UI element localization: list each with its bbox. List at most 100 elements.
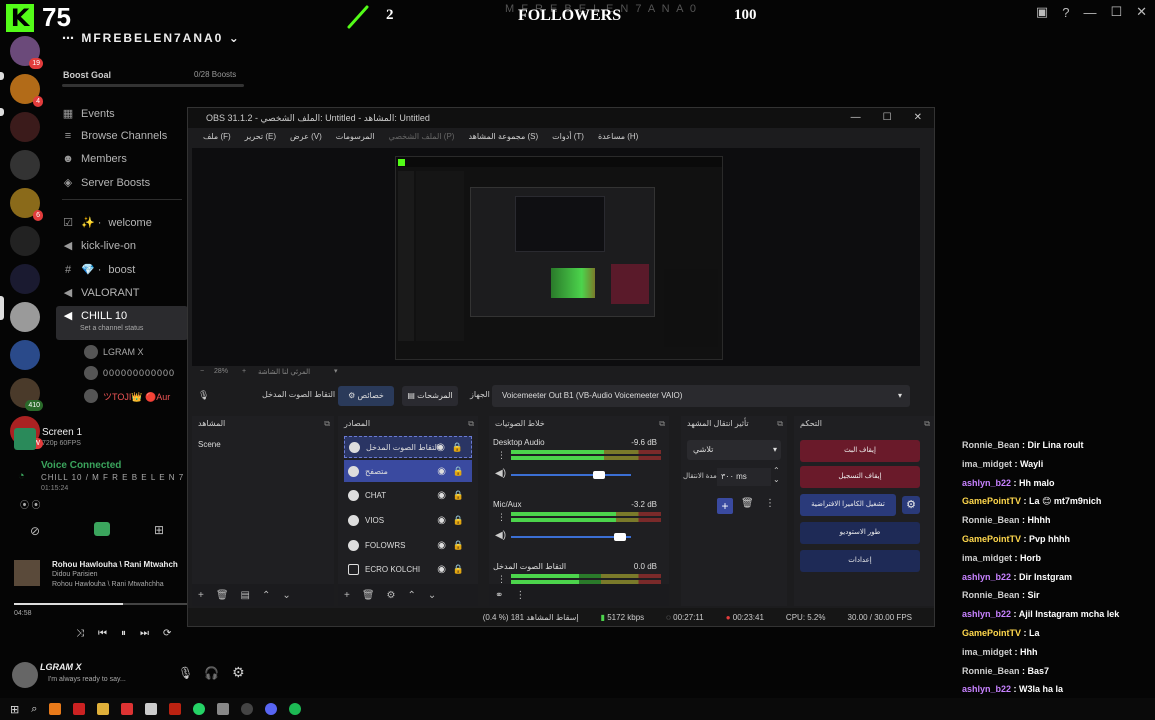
source-item[interactable]: متصفح ◉ 🔒 (344, 460, 472, 482)
server-icon[interactable] (10, 150, 40, 180)
menu-file[interactable]: ملف (F) (196, 128, 238, 146)
close-icon[interactable]: ✕ (914, 108, 922, 128)
server-icon[interactable] (10, 264, 40, 294)
maximize-icon[interactable]: ☐ (883, 108, 892, 128)
minimize-icon[interactable]: — (1083, 5, 1096, 20)
slider-knob[interactable] (613, 533, 626, 541)
folder-icon[interactable] (97, 703, 110, 715)
boost-goal-label[interactable]: Boost Goal (63, 70, 111, 80)
add-icon[interactable]: + (344, 590, 350, 601)
app-icon[interactable] (49, 703, 62, 715)
lock-icon[interactable]: 🔒 (453, 515, 464, 526)
channel-welcome[interactable]: ☑ ✨ · welcome (62, 216, 152, 230)
studio-mode-button[interactable]: طور الاستوديو (800, 522, 920, 544)
close-icon[interactable]: ✕ (1136, 4, 1147, 20)
menu-icon[interactable]: ⋮ (765, 498, 775, 509)
menu-icon[interactable]: ⋮ (497, 512, 506, 523)
popout-icon[interactable]: ⧉ (924, 416, 930, 432)
source-item[interactable]: FOLOWRS ◉ 🔒 (344, 534, 472, 556)
server-icon[interactable] (10, 302, 40, 332)
stepper-icon[interactable]: ⌃ ⌄ (773, 466, 780, 484)
menu-docks[interactable]: المرسومات (329, 128, 382, 146)
server-icon[interactable]: 6 (10, 188, 43, 221)
volume-slider[interactable] (511, 533, 631, 541)
app-icon[interactable] (73, 703, 86, 715)
channel-boost[interactable]: # 💎 · boost (62, 263, 135, 277)
plus-icon[interactable]: + (242, 368, 246, 375)
activity-icon[interactable]: ⊞ (154, 523, 164, 537)
add-transition-button[interactable]: + (717, 498, 733, 514)
mic-icon[interactable]: 🎙 (178, 666, 193, 680)
voice-channel-chill[interactable]: ◀ CHILL 10 (62, 309, 127, 323)
eye-icon[interactable]: ◉ (436, 442, 445, 453)
filters-button[interactable]: ▤ المرشحات (402, 386, 458, 406)
menu-icon[interactable]: ⋮ (497, 450, 506, 461)
trash-icon[interactable]: 🗑 (741, 498, 754, 509)
server-icon[interactable]: 410 (10, 378, 43, 411)
popout-icon[interactable]: ⧉ (468, 416, 474, 432)
gear-icon[interactable]: ⚙ (902, 496, 920, 514)
obs-preview[interactable] (192, 148, 920, 366)
virtual-camera-button[interactable]: تشغيل الكاميرا الافتراضية (800, 494, 896, 516)
minus-icon[interactable]: − (200, 368, 204, 375)
headphones-icon[interactable]: 🎧 (204, 666, 219, 680)
whatsapp-icon[interactable] (193, 703, 206, 715)
trash-icon[interactable]: 🗑 (362, 590, 375, 601)
maximize-icon[interactable]: ☐ (1110, 4, 1122, 20)
voice-user[interactable]: ツTOJI👑 🔴Aur (84, 389, 170, 403)
duration-input[interactable]: ٣٠٠ ms (717, 468, 771, 486)
lock-icon[interactable]: 🔒 (453, 466, 464, 477)
popout-icon[interactable]: ⧉ (777, 416, 783, 432)
menu-help[interactable]: مساعدة (H) (591, 128, 645, 146)
previous-icon[interactable]: ⏮ (98, 628, 107, 639)
popout-icon[interactable]: ⧉ (324, 416, 330, 432)
menu-tools[interactable]: أدوات (T) (545, 128, 591, 146)
app-icon[interactable] (145, 703, 158, 715)
noise-icon[interactable]: ⦿ ⦿ (20, 498, 41, 511)
song-progress[interactable] (14, 603, 190, 605)
pause-icon[interactable]: ⏸ (121, 628, 126, 639)
add-icon[interactable]: + (198, 590, 204, 601)
up-icon[interactable]: ⌃ (408, 590, 416, 601)
source-item[interactable]: التقاط الصوت المدخل ◉ 🔒 (344, 436, 472, 458)
lock-icon[interactable]: 🔒 (453, 540, 464, 551)
channel-status[interactable]: Set a channel status (80, 325, 143, 332)
eye-icon[interactable]: ◉ (437, 540, 446, 551)
lock-icon[interactable]: 🔒 (453, 564, 464, 575)
source-item[interactable]: VIOS ◉ 🔒 (344, 509, 472, 531)
server-icon[interactable]: 19 (10, 36, 43, 69)
menu-scene-collection[interactable]: مجموعة المشاهد (S) (461, 128, 545, 146)
menu-profile[interactable]: الملف الشخصي (P) (382, 128, 462, 146)
search-icon[interactable]: ⌕ (31, 703, 37, 716)
transition-select[interactable]: تلاشي ▾ (687, 440, 781, 460)
lock-icon[interactable]: 🔒 (452, 442, 463, 453)
app-icon[interactable] (121, 703, 134, 715)
filter-icon[interactable]: ▤ (241, 590, 250, 601)
menu-edit[interactable]: تحرير (E) (238, 128, 283, 146)
shuffle-icon[interactable]: ⤨ (76, 628, 84, 639)
server-icon[interactable] (10, 340, 40, 370)
server-icon[interactable] (10, 226, 40, 256)
windows-start-icon[interactable]: ⊞ (10, 703, 19, 716)
properties-button[interactable]: ⚙ خصائص (338, 386, 394, 406)
menu-members[interactable]: ☻ Members (62, 153, 127, 165)
eye-icon[interactable]: ◉ (437, 466, 446, 477)
speaker-icon[interactable]: ◀) (495, 530, 506, 541)
channel-kick-live-on[interactable]: ◀ kick-live-on (62, 239, 136, 253)
voice-user[interactable]: LGRAM X (84, 345, 144, 359)
eye-icon[interactable]: ◉ (437, 515, 446, 526)
link-icon[interactable]: ⚭ (495, 590, 503, 601)
source-item[interactable]: ECRO KOLCHI ◉ 🔒 (344, 558, 472, 580)
screen-share-panel[interactable]: Screen 1 720p 60FPS (10, 424, 188, 456)
device-select[interactable]: Voicemeeter Out B1 (VB-Audio Voicemeeter… (492, 385, 910, 407)
menu-browse-channels[interactable]: ≡ Browse Channels (62, 130, 167, 142)
camera-off-icon[interactable]: ⊘ (30, 524, 40, 538)
repeat-icon[interactable]: ⟳ (163, 628, 171, 639)
gear-icon[interactable]: ⚙ (232, 664, 245, 681)
gear-icon[interactable]: ⚙ (387, 590, 396, 601)
minimize-icon[interactable]: — (851, 108, 861, 128)
app-icon[interactable] (169, 703, 182, 715)
obs-icon[interactable] (241, 703, 254, 715)
eye-icon[interactable]: ◉ (437, 490, 446, 501)
app-icon[interactable] (217, 703, 230, 715)
